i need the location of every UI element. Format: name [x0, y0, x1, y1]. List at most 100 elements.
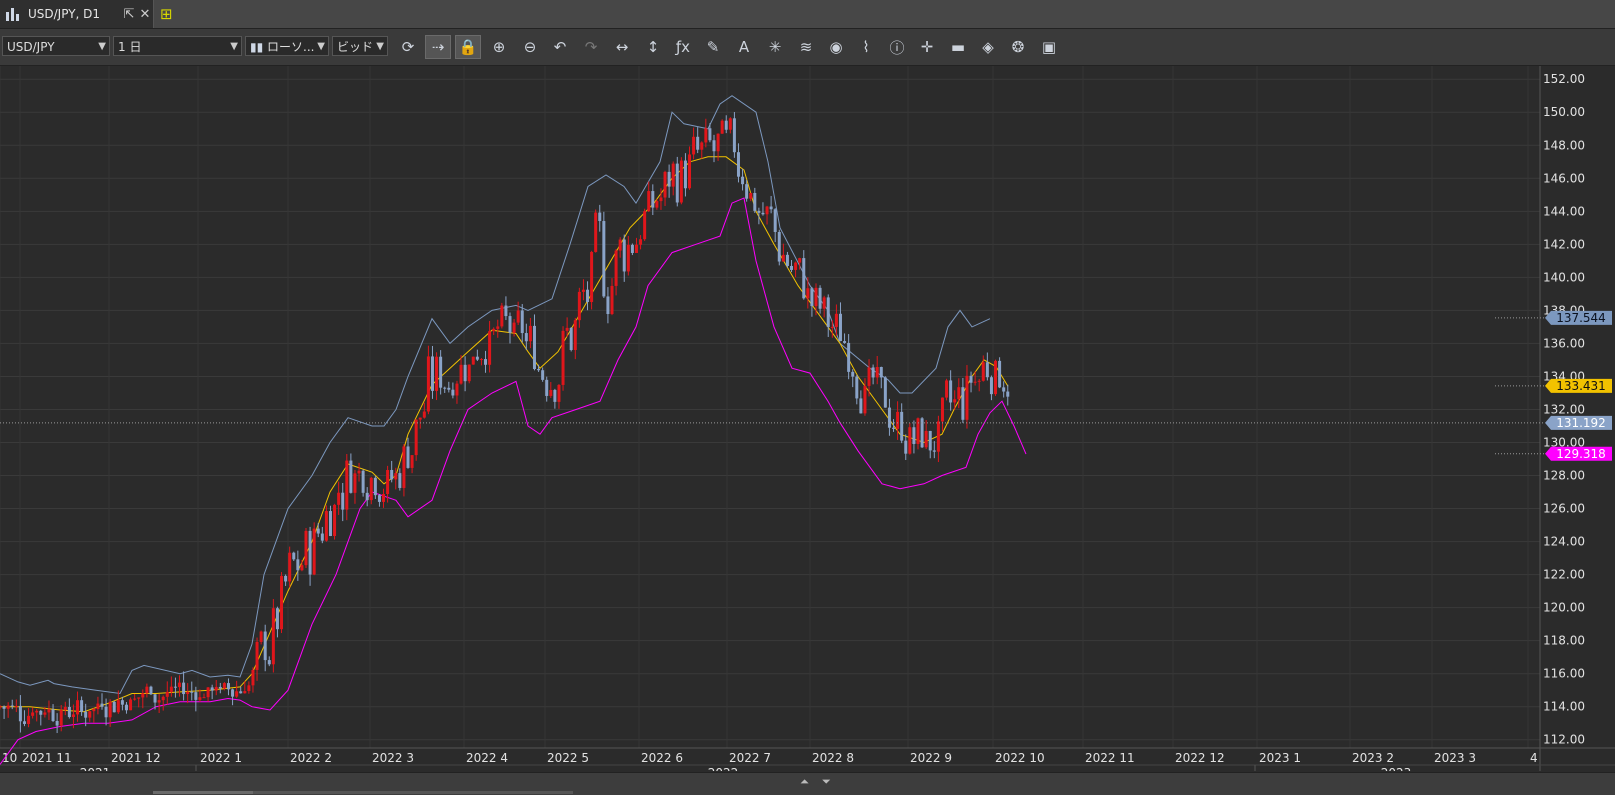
candle-body: [39, 710, 43, 715]
candle-body: [275, 608, 279, 630]
candle-body: [312, 528, 316, 575]
candle-body: [153, 694, 157, 703]
redo-icon[interactable]: ↷: [578, 35, 604, 59]
candle-body: [798, 258, 802, 263]
candle-body: [700, 142, 704, 150]
candle-body: [198, 697, 202, 700]
candle-body: [1006, 391, 1010, 397]
candle-body: [35, 710, 39, 713]
candle-body: [953, 399, 957, 403]
candle-body: [263, 631, 267, 661]
cycle-icon[interactable]: ❂: [1005, 35, 1031, 59]
candle-body: [618, 239, 622, 251]
paint-bucket-icon[interactable]: ◈: [975, 35, 1001, 59]
candle-body: [251, 669, 255, 686]
lock-icon[interactable]: 🔒: [455, 35, 481, 59]
candle-body: [516, 310, 520, 323]
candle-body: [361, 470, 365, 493]
candle-body: [667, 171, 671, 187]
chart-area[interactable]: 152.00 150.00 148.00 146.00 144.00 142.00 140.…: [0, 66, 1615, 780]
candle-body: [945, 380, 949, 398]
cursor-cross-icon[interactable]: ✛: [914, 35, 940, 59]
candle-body: [998, 360, 1002, 388]
candle-body: [475, 356, 479, 360]
candle-body: [541, 370, 545, 380]
undo-icon[interactable]: ↶: [547, 35, 573, 59]
candle-body: [867, 367, 871, 386]
fit-horizontal-icon[interactable]: ↔: [609, 35, 635, 59]
price-tag-label: 133.431: [1556, 379, 1606, 393]
candle-body: [565, 327, 569, 331]
candle-body: [520, 310, 524, 334]
tab-usdjpy-d1[interactable]: USD/JPY, D1 ⇱ ✕: [0, 0, 154, 28]
candle-body: [814, 287, 818, 307]
candle-body: [859, 398, 863, 414]
candle-body: [402, 446, 406, 488]
x-tick-label: 2023 3: [1434, 751, 1476, 765]
signal-icon[interactable]: ⌇: [853, 35, 879, 59]
add-chart-icon[interactable]: ⊞: [160, 6, 178, 22]
price-side-select[interactable]: ビッド ▼: [332, 36, 388, 56]
candle-body: [749, 192, 753, 199]
candle-body: [590, 251, 594, 303]
year-label: 2021: [80, 766, 111, 771]
candle-body: [300, 565, 304, 571]
y-tick-label: 112.00: [1543, 733, 1585, 747]
candle-body: [598, 212, 602, 222]
candle-body: [679, 160, 683, 203]
candle-body: [981, 362, 985, 381]
x-tick-label: 2022 6: [641, 751, 683, 765]
y-tick-label: 148.00: [1543, 138, 1585, 152]
x-tick-label: 2022 8: [812, 751, 854, 765]
shift-chart-icon[interactable]: ⇢: [425, 35, 451, 59]
period-select[interactable]: 1 日 ▼: [113, 36, 242, 56]
info-icon[interactable]: ⓘ: [884, 35, 910, 59]
layers-icon[interactable]: ≋: [793, 35, 819, 59]
candle-body: [161, 696, 165, 701]
crosshair-star-icon[interactable]: ✳: [762, 35, 788, 59]
popout-icon[interactable]: ⇱: [121, 7, 137, 22]
candle-body: [949, 380, 953, 403]
close-icon[interactable]: ✕: [137, 7, 153, 22]
chevron-down-icon: ▼: [317, 41, 325, 52]
candle-body: [932, 450, 936, 452]
pencil-icon[interactable]: ✎: [700, 35, 726, 59]
candle-body: [728, 118, 732, 130]
eye-icon[interactable]: ◉: [823, 35, 849, 59]
candle-body: [537, 369, 541, 371]
ruler-icon[interactable]: ▬: [945, 35, 971, 59]
zoom-out-icon[interactable]: ⊖: [517, 35, 543, 59]
save-icon[interactable]: ▣: [1036, 35, 1062, 59]
candle-body: [88, 711, 92, 718]
chevron-down-icon: ▼: [98, 41, 106, 52]
candle-body: [27, 715, 31, 724]
candle-body: [426, 356, 430, 412]
collapse-down-icon[interactable]: ⏷: [822, 775, 831, 789]
instrument-select[interactable]: USD/JPY ▼: [2, 36, 110, 56]
y-tick-label: 140.00: [1543, 270, 1585, 284]
candle-body: [651, 191, 655, 208]
candle-body: [226, 683, 230, 690]
candle-body: [500, 305, 504, 327]
candle-body: [896, 411, 900, 429]
candle-body: [830, 326, 834, 328]
zoom-in-icon[interactable]: ⊕: [486, 35, 512, 59]
candle-body: [573, 320, 577, 351]
y-tick-label: 142.00: [1543, 237, 1585, 251]
fit-vertical-icon[interactable]: ↕: [640, 35, 666, 59]
candle-body: [124, 704, 128, 711]
candle-body: [871, 367, 875, 378]
candle-body: [675, 163, 679, 203]
candle-body: [255, 641, 259, 670]
expand-up-icon[interactable]: ⏶: [800, 775, 809, 789]
price-chart[interactable]: 152.00 150.00 148.00 146.00 144.00 142.00 140.…: [0, 66, 1615, 780]
refresh-icon[interactable]: ⟳: [395, 35, 421, 59]
chart-type-select[interactable]: ▮▮ ローソ... ▼: [245, 36, 329, 56]
candle-body: [528, 325, 532, 342]
text-tool-icon[interactable]: A: [731, 35, 757, 59]
indicator-fx-icon[interactable]: ƒx: [670, 35, 696, 59]
candle-body: [741, 176, 745, 185]
candle-body: [308, 530, 312, 575]
candle-body: [173, 686, 177, 688]
candle-body: [365, 492, 369, 501]
